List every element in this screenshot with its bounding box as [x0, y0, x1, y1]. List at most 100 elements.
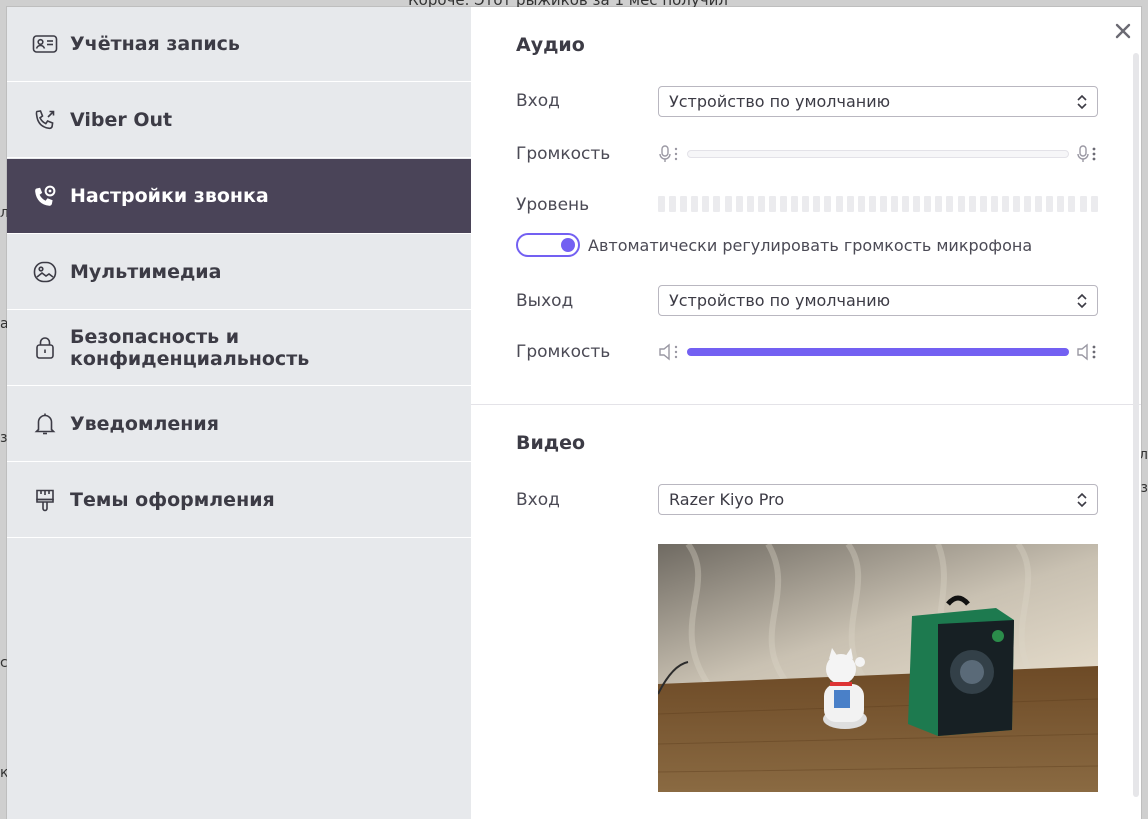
audio-input-value: Устройство по умолчанию — [669, 92, 891, 111]
output-volume-slider[interactable] — [687, 348, 1069, 356]
audio-input-select[interactable]: Устройство по умолчанию — [658, 86, 1098, 117]
level-segment — [902, 196, 910, 212]
toggle-knob — [561, 238, 575, 252]
auto-gain-label: Автоматически регулировать громкость мик… — [588, 236, 1033, 255]
level-segment — [913, 196, 921, 212]
level-segment — [924, 196, 932, 212]
scrollbar[interactable] — [1133, 53, 1139, 797]
bell-icon — [32, 411, 58, 437]
input-volume-slider-row — [658, 144, 1098, 164]
sidebar-item-label: Viber Out — [70, 109, 173, 131]
sidebar-item-label: Безопасность и конфиденциальность — [70, 326, 310, 370]
sidebar-item-label: Мультимедиа — [70, 261, 222, 283]
level-segment — [990, 196, 998, 212]
level-segment — [1024, 196, 1032, 212]
chevron-updown-icon — [1077, 94, 1087, 110]
sidebar-item-account[interactable]: Учётная запись — [7, 7, 471, 82]
sidebar-item-call-settings[interactable]: Настройки звонка — [7, 159, 471, 234]
level-segment — [1001, 196, 1009, 212]
microphone-low-icon — [659, 145, 678, 162]
level-segment — [746, 196, 754, 212]
chevron-updown-icon — [1077, 293, 1087, 309]
lock-icon — [32, 335, 58, 361]
level-segment — [1046, 196, 1054, 212]
sidebar-item-notifications[interactable]: Уведомления — [7, 387, 471, 462]
sidebar-item-label: Уведомления — [70, 413, 219, 435]
video-input-value: Razer Kiyo Pro — [669, 490, 785, 509]
audio-section-title: Аудио — [516, 34, 585, 56]
video-input-label: Вход — [516, 490, 560, 510]
level-segment — [1090, 196, 1098, 212]
video-section-title: Видео — [516, 432, 586, 454]
audio-input-label: Вход — [516, 91, 560, 111]
settings-dialog: Учётная запись Viber Out Настройки звонк… — [7, 7, 1141, 819]
input-volume-label: Громкость — [516, 144, 611, 164]
output-volume-fill — [687, 348, 1069, 356]
level-segment — [680, 196, 688, 212]
level-segment — [724, 196, 732, 212]
video-input-select[interactable]: Razer Kiyo Pro — [658, 484, 1098, 515]
level-segment — [802, 196, 810, 212]
level-segment — [890, 196, 898, 212]
level-segment — [713, 196, 721, 212]
account-card-icon — [32, 31, 58, 57]
section-divider — [471, 404, 1141, 405]
camera-preview — [658, 544, 1098, 792]
audio-output-label: Выход — [516, 291, 574, 311]
level-segment — [658, 196, 665, 212]
settings-sidebar: Учётная запись Viber Out Настройки звонк… — [7, 7, 471, 819]
level-segment — [946, 196, 954, 212]
brush-icon — [32, 487, 58, 513]
call-settings-icon — [32, 183, 58, 209]
level-segment — [857, 196, 865, 212]
level-segment — [1035, 196, 1043, 212]
phone-out-icon — [32, 107, 58, 133]
sidebar-item-label: Учётная запись — [70, 33, 240, 55]
media-icon — [32, 259, 58, 285]
level-label: Уровень — [516, 195, 590, 215]
level-segment — [957, 196, 965, 212]
level-segment — [780, 196, 788, 212]
level-segment — [1079, 196, 1087, 212]
sidebar-item-multimedia[interactable]: Мультимедиа — [7, 235, 471, 310]
speaker-high-icon — [1077, 343, 1096, 361]
level-segment — [979, 196, 987, 212]
output-volume-label: Громкость — [516, 342, 611, 362]
close-button[interactable] — [1111, 19, 1135, 43]
sidebar-item-viber-out[interactable]: Viber Out — [7, 83, 471, 158]
level-segment — [846, 196, 854, 212]
level-segment — [968, 196, 976, 212]
level-segment — [791, 196, 799, 212]
audio-level-meter — [658, 196, 1098, 212]
close-icon — [1115, 23, 1131, 39]
auto-gain-toggle[interactable] — [516, 233, 580, 257]
level-segment — [1057, 196, 1065, 212]
sidebar-item-label: Настройки звонка — [70, 185, 269, 207]
microphone-high-icon — [1077, 145, 1096, 162]
level-segment — [813, 196, 821, 212]
sidebar-item-themes[interactable]: Темы оформления — [7, 463, 471, 538]
chevron-updown-icon — [1077, 492, 1087, 508]
settings-content: Аудио Вход Устройство по умолчанию Громк… — [471, 7, 1141, 819]
level-segment — [879, 196, 887, 212]
level-segment — [1068, 196, 1076, 212]
level-segment — [824, 196, 832, 212]
background-edge-text: з — [1140, 480, 1148, 496]
input-volume-slider[interactable] — [687, 150, 1069, 158]
level-segment — [735, 196, 743, 212]
output-volume-slider-row — [658, 342, 1098, 362]
level-segment — [691, 196, 699, 212]
speaker-low-icon — [659, 343, 678, 361]
level-segment — [935, 196, 943, 212]
level-segment — [868, 196, 876, 212]
level-segment — [768, 196, 776, 212]
audio-output-value: Устройство по умолчанию — [669, 291, 891, 310]
level-segment — [757, 196, 765, 212]
level-segment — [835, 196, 843, 212]
sidebar-item-security[interactable]: Безопасность и конфиденциальность — [7, 311, 471, 386]
audio-output-select[interactable]: Устройство по умолчанию — [658, 285, 1098, 316]
sidebar-item-label: Темы оформления — [70, 489, 275, 511]
level-segment — [702, 196, 710, 212]
level-segment — [1013, 196, 1020, 212]
level-segment — [669, 196, 677, 212]
